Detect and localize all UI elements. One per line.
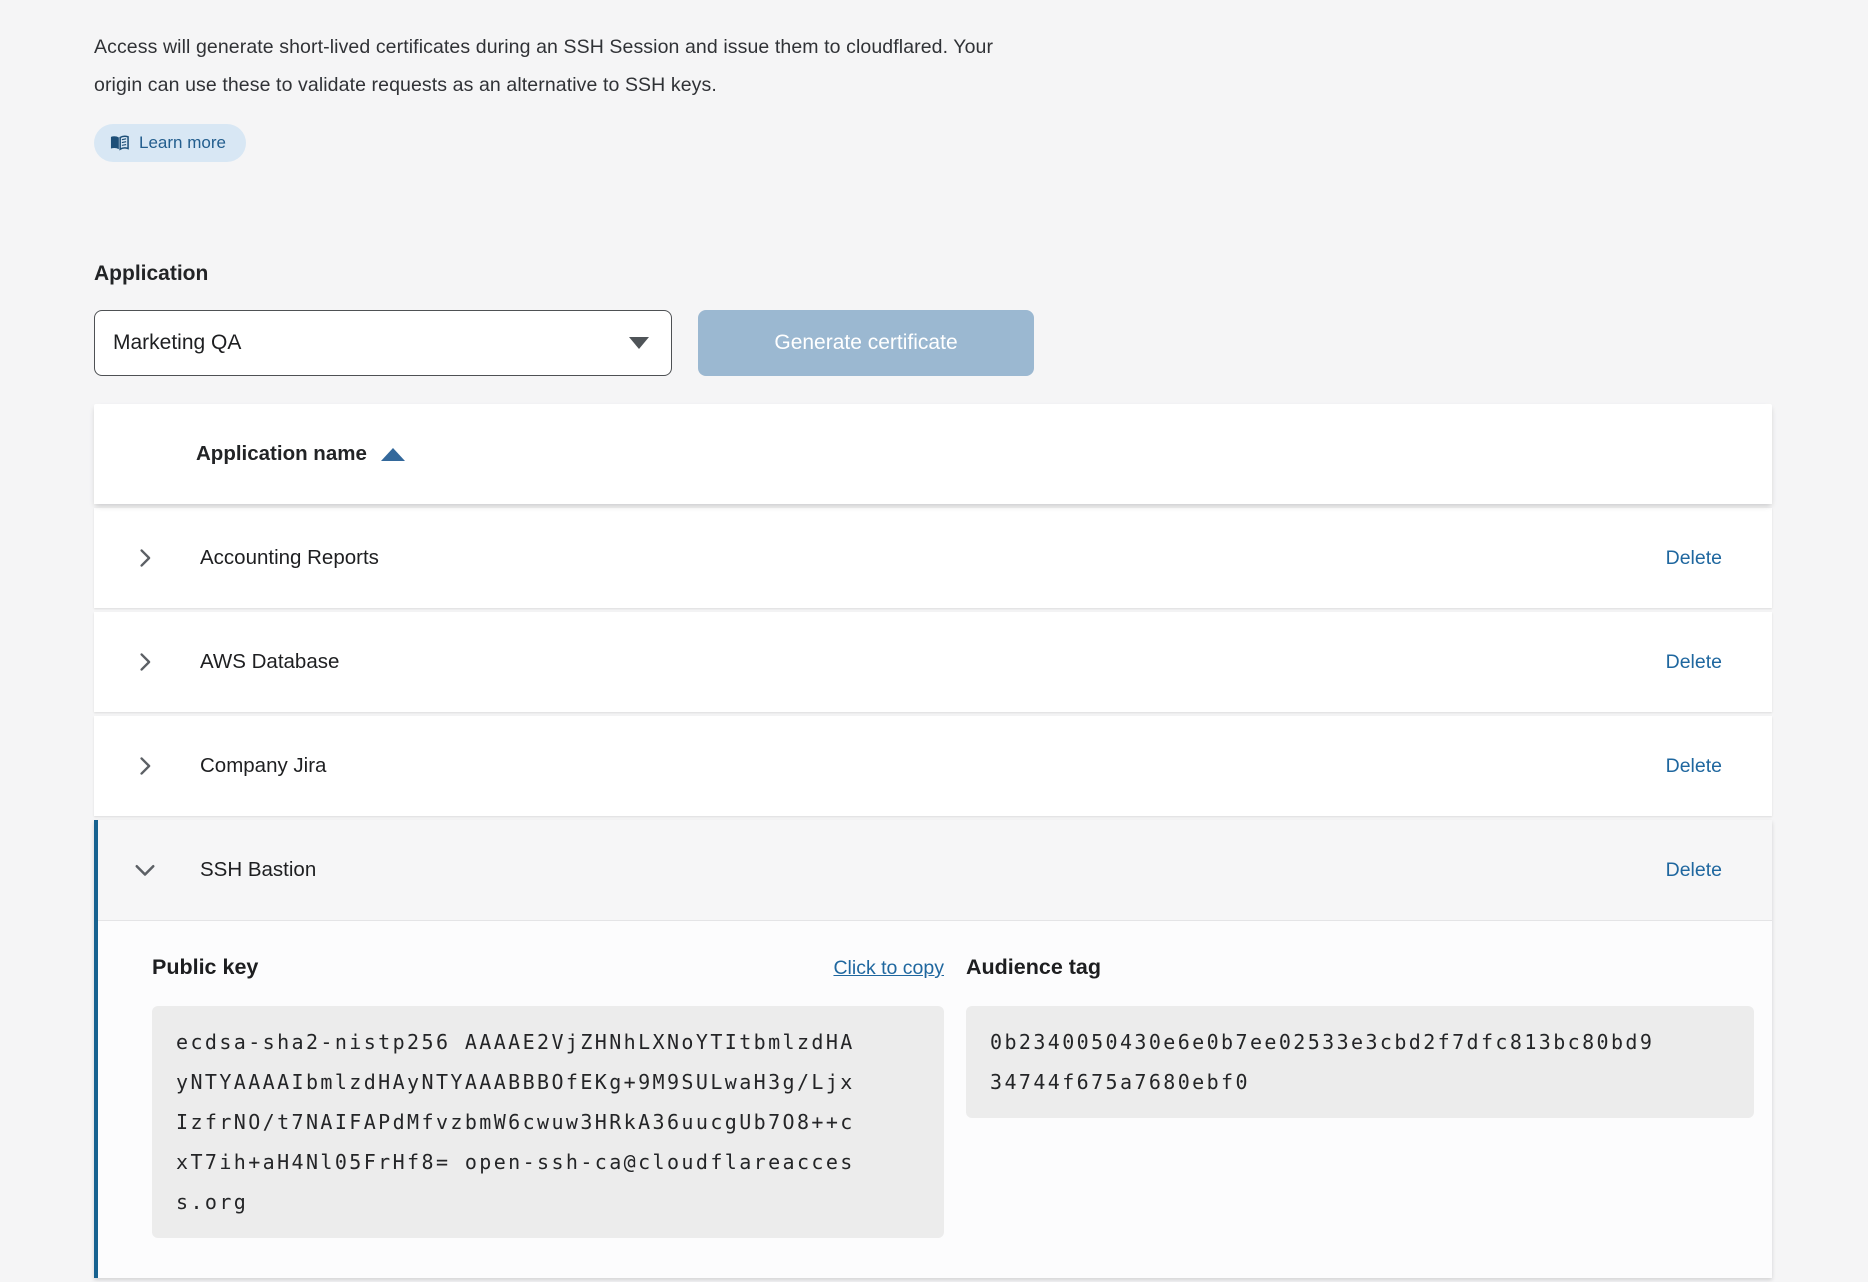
application-row-name: SSH Bastion bbox=[200, 858, 316, 882]
table-row-expanded: SSH Bastion Delete bbox=[98, 820, 1772, 920]
sort-ascending-icon[interactable] bbox=[381, 448, 405, 461]
audience-tag-value[interactable]: 0b2340050430e6e0b7ee02533e3cbd2f7dfc813b… bbox=[966, 1006, 1754, 1118]
public-key-label: Public key bbox=[152, 955, 258, 980]
certificate-detail-panel: Public key Click to copy ecdsa-sha2-nist… bbox=[98, 920, 1772, 1278]
application-label: Application bbox=[94, 262, 1772, 286]
table-row: AWS Database Delete bbox=[94, 612, 1772, 712]
chevron-down-icon[interactable] bbox=[132, 857, 158, 883]
certificate-controls: Marketing QA Generate certificate bbox=[94, 310, 1772, 376]
delete-button[interactable]: Delete bbox=[1666, 755, 1722, 778]
table-row: Company Jira Delete bbox=[94, 716, 1772, 816]
application-select[interactable]: Marketing QA bbox=[94, 310, 672, 376]
applications-table: Application name Accounting Reports Dele… bbox=[94, 404, 1772, 1278]
delete-button[interactable]: Delete bbox=[1666, 651, 1722, 674]
expanded-table-row-group: SSH Bastion Delete Public key Click to c… bbox=[94, 820, 1772, 1278]
click-to-copy-link[interactable]: Click to copy bbox=[833, 957, 944, 980]
chevron-right-icon[interactable] bbox=[132, 545, 158, 571]
select-caret-icon bbox=[629, 337, 649, 349]
application-row-name: AWS Database bbox=[200, 650, 339, 674]
delete-button[interactable]: Delete bbox=[1666, 859, 1722, 882]
chevron-right-icon[interactable] bbox=[132, 753, 158, 779]
public-key-column: Public key Click to copy ecdsa-sha2-nist… bbox=[152, 955, 944, 1238]
table-header-row: Application name bbox=[94, 404, 1772, 504]
application-row-name: Accounting Reports bbox=[200, 546, 379, 570]
chevron-right-icon[interactable] bbox=[132, 649, 158, 675]
generate-certificate-button[interactable]: Generate certificate bbox=[698, 310, 1034, 376]
page-content: Access will generate short-lived certifi… bbox=[94, 0, 1772, 1278]
application-select-value: Marketing QA bbox=[113, 331, 241, 355]
public-key-value[interactable]: ecdsa-sha2-nistp256 AAAAE2VjZHNhLXNoYTIt… bbox=[152, 1006, 944, 1238]
intro-text: Access will generate short-lived certifi… bbox=[94, 28, 1019, 104]
application-name-column-header[interactable]: Application name bbox=[196, 442, 367, 466]
learn-more-button[interactable]: Learn more bbox=[94, 124, 246, 162]
book-icon bbox=[110, 135, 129, 151]
delete-button[interactable]: Delete bbox=[1666, 547, 1722, 570]
learn-more-label: Learn more bbox=[139, 133, 226, 153]
audience-tag-column: Audience tag 0b2340050430e6e0b7ee02533e3… bbox=[966, 955, 1754, 1238]
application-row-name: Company Jira bbox=[200, 754, 326, 778]
table-row: Accounting Reports Delete bbox=[94, 508, 1772, 608]
audience-tag-label: Audience tag bbox=[966, 955, 1101, 980]
